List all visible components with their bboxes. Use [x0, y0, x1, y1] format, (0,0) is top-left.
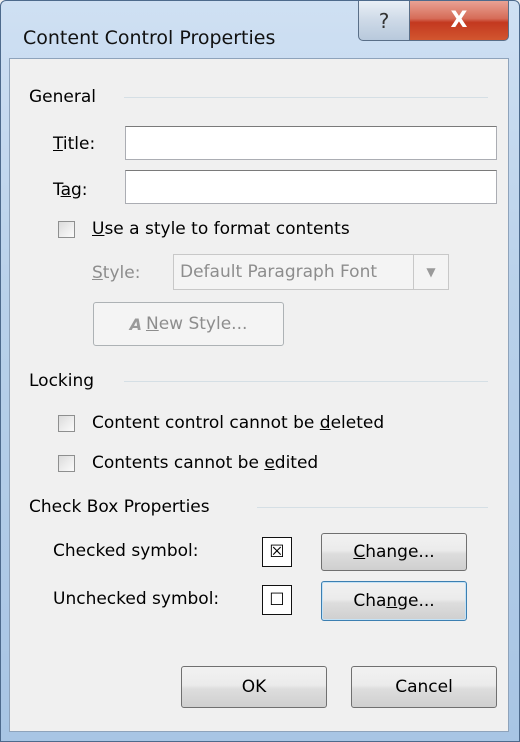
- section-locking-label: Locking: [29, 371, 95, 391]
- cancel-button[interactable]: Cancel: [351, 666, 497, 708]
- checked-symbol-label: Checked symbol:: [53, 541, 199, 561]
- cancel-label: Cancel: [395, 677, 453, 697]
- dialog-client: General Title: Tag: Use a style to forma…: [9, 58, 509, 732]
- ok-label: OK: [241, 677, 267, 697]
- tag-input[interactable]: [125, 170, 497, 204]
- dialog-title: Content Control Properties: [23, 27, 276, 49]
- checked-symbol-preview: ☒: [262, 537, 292, 567]
- chevron-down-icon[interactable]: ▼: [413, 255, 448, 289]
- change-unchecked-symbol-button[interactable]: Change...: [321, 581, 467, 621]
- cannot-delete-label: Content control cannot be deleted: [92, 413, 385, 433]
- style-label: Style:: [92, 263, 141, 283]
- unchecked-symbol-preview: ☐: [262, 585, 292, 615]
- title-label: Title:: [53, 134, 96, 154]
- new-style-label: New Style...: [145, 314, 248, 334]
- section-general-label: General: [29, 87, 96, 107]
- new-style-icon: A: [129, 314, 142, 334]
- style-select-value: Default Paragraph Font: [180, 262, 378, 282]
- change-checked-symbol-button[interactable]: Change...: [321, 533, 467, 571]
- close-button[interactable]: X: [409, 1, 509, 41]
- section-checkbox-properties-label: Check Box Properties: [29, 497, 210, 517]
- unchecked-symbol-label: Unchecked symbol:: [53, 589, 220, 609]
- cannot-delete-checkbox[interactable]: [58, 415, 75, 432]
- close-icon: X: [450, 8, 468, 33]
- style-select[interactable]: Default Paragraph Font ▼: [173, 254, 449, 290]
- help-button[interactable]: ?: [358, 1, 410, 41]
- ok-button[interactable]: OK: [181, 666, 327, 708]
- section-locking-divider: [124, 381, 488, 382]
- section-checkbox-properties-divider: [257, 507, 488, 508]
- new-style-button[interactable]: A New Style...: [93, 302, 284, 346]
- use-style-label: Use a style to format contents: [92, 219, 350, 239]
- change-checked-symbol-label: Change...: [353, 542, 435, 562]
- cannot-edit-checkbox[interactable]: [58, 455, 75, 472]
- tag-label: Tag:: [53, 180, 88, 200]
- help-icon: ?: [378, 8, 390, 33]
- title-input[interactable]: [125, 126, 497, 160]
- cannot-edit-label: Contents cannot be edited: [92, 453, 319, 473]
- use-style-checkbox[interactable]: [58, 221, 75, 238]
- section-general-divider: [124, 97, 488, 98]
- change-unchecked-symbol-label: Change...: [353, 591, 435, 611]
